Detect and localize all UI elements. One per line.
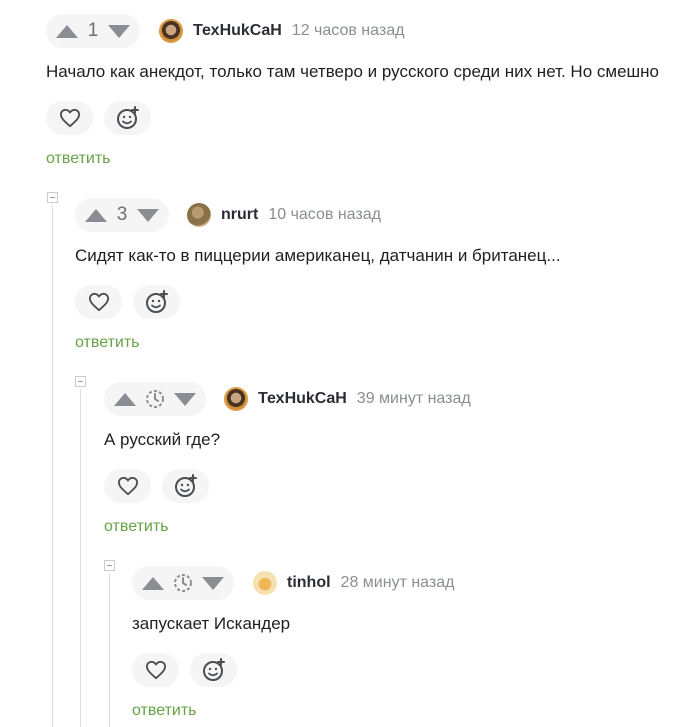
username[interactable]: ТехНukCaH	[193, 22, 282, 40]
clock-icon	[174, 574, 192, 592]
timestamp[interactable]: 12 часов назад	[292, 22, 405, 40]
avatar[interactable]	[224, 387, 248, 411]
emoji-add-icon	[145, 290, 168, 313]
arrow-up-icon[interactable]	[56, 24, 78, 38]
timestamp[interactable]: 39 минут назад	[357, 390, 471, 408]
vote-bar: 3	[75, 198, 169, 232]
reply-link[interactable]: ответить	[104, 518, 169, 536]
vote-bar	[132, 566, 234, 600]
collapse-icon[interactable]	[75, 376, 86, 387]
thread-line	[80, 389, 81, 727]
like-button[interactable]	[104, 469, 151, 503]
avatar[interactable]	[253, 571, 277, 595]
avatar[interactable]	[187, 203, 211, 227]
arrow-down-icon[interactable]	[108, 24, 130, 38]
comment-text: А русский где?	[104, 430, 221, 449]
like-button[interactable]	[75, 285, 122, 319]
comment-author: ТехНukCaH 12 часов назад	[159, 14, 404, 48]
avatar[interactable]	[159, 19, 183, 43]
comment-author: nrurt 10 часов назад	[187, 198, 381, 232]
comment-author: ТехНukCaH 39 минут назад	[224, 382, 471, 416]
timestamp[interactable]: 10 часов назад	[268, 206, 381, 224]
arrow-down-icon[interactable]	[137, 208, 159, 222]
vote-bar: 1	[46, 14, 140, 48]
clock-icon	[146, 390, 164, 408]
arrow-up-icon[interactable]	[142, 576, 164, 590]
reply-link[interactable]: ответить	[132, 702, 197, 720]
username[interactable]: tinhol	[287, 574, 331, 592]
react-button[interactable]	[190, 653, 237, 687]
emoji-add-icon	[202, 658, 225, 681]
collapse-icon[interactable]	[47, 192, 58, 203]
heart-icon	[59, 108, 80, 128]
collapse-icon[interactable]	[104, 560, 115, 571]
heart-icon	[88, 292, 109, 312]
react-button[interactable]	[104, 101, 151, 135]
comment-text: запускает Искандер	[132, 614, 291, 633]
heart-icon	[145, 660, 166, 680]
comment-text: Начало как анекдот, только там четверо и…	[46, 62, 660, 81]
arrow-up-icon[interactable]	[114, 392, 136, 406]
emoji-add-icon	[116, 106, 139, 129]
like-button[interactable]	[46, 101, 93, 135]
timestamp[interactable]: 28 минут назад	[341, 574, 455, 592]
reply-link[interactable]: ответить	[46, 150, 111, 168]
react-button[interactable]	[133, 285, 180, 319]
arrow-up-icon[interactable]	[85, 208, 107, 222]
arrow-down-icon[interactable]	[174, 392, 196, 406]
username[interactable]: ТехНukCaH	[258, 390, 347, 408]
vote-count: 3	[116, 204, 128, 225]
like-button[interactable]	[132, 653, 179, 687]
arrow-down-icon[interactable]	[202, 576, 224, 590]
emoji-add-icon	[174, 474, 197, 497]
thread-line	[52, 205, 53, 727]
react-button[interactable]	[162, 469, 209, 503]
vote-bar	[104, 382, 206, 416]
comment-text: Сидят как-то в пиццерии американец, датч…	[75, 246, 561, 265]
comment-author: tinhol 28 минут назад	[253, 566, 454, 600]
vote-count: 1	[87, 20, 99, 41]
heart-icon	[117, 476, 138, 496]
thread-line	[109, 573, 110, 727]
username[interactable]: nrurt	[221, 206, 258, 224]
reply-link[interactable]: ответить	[75, 334, 140, 352]
